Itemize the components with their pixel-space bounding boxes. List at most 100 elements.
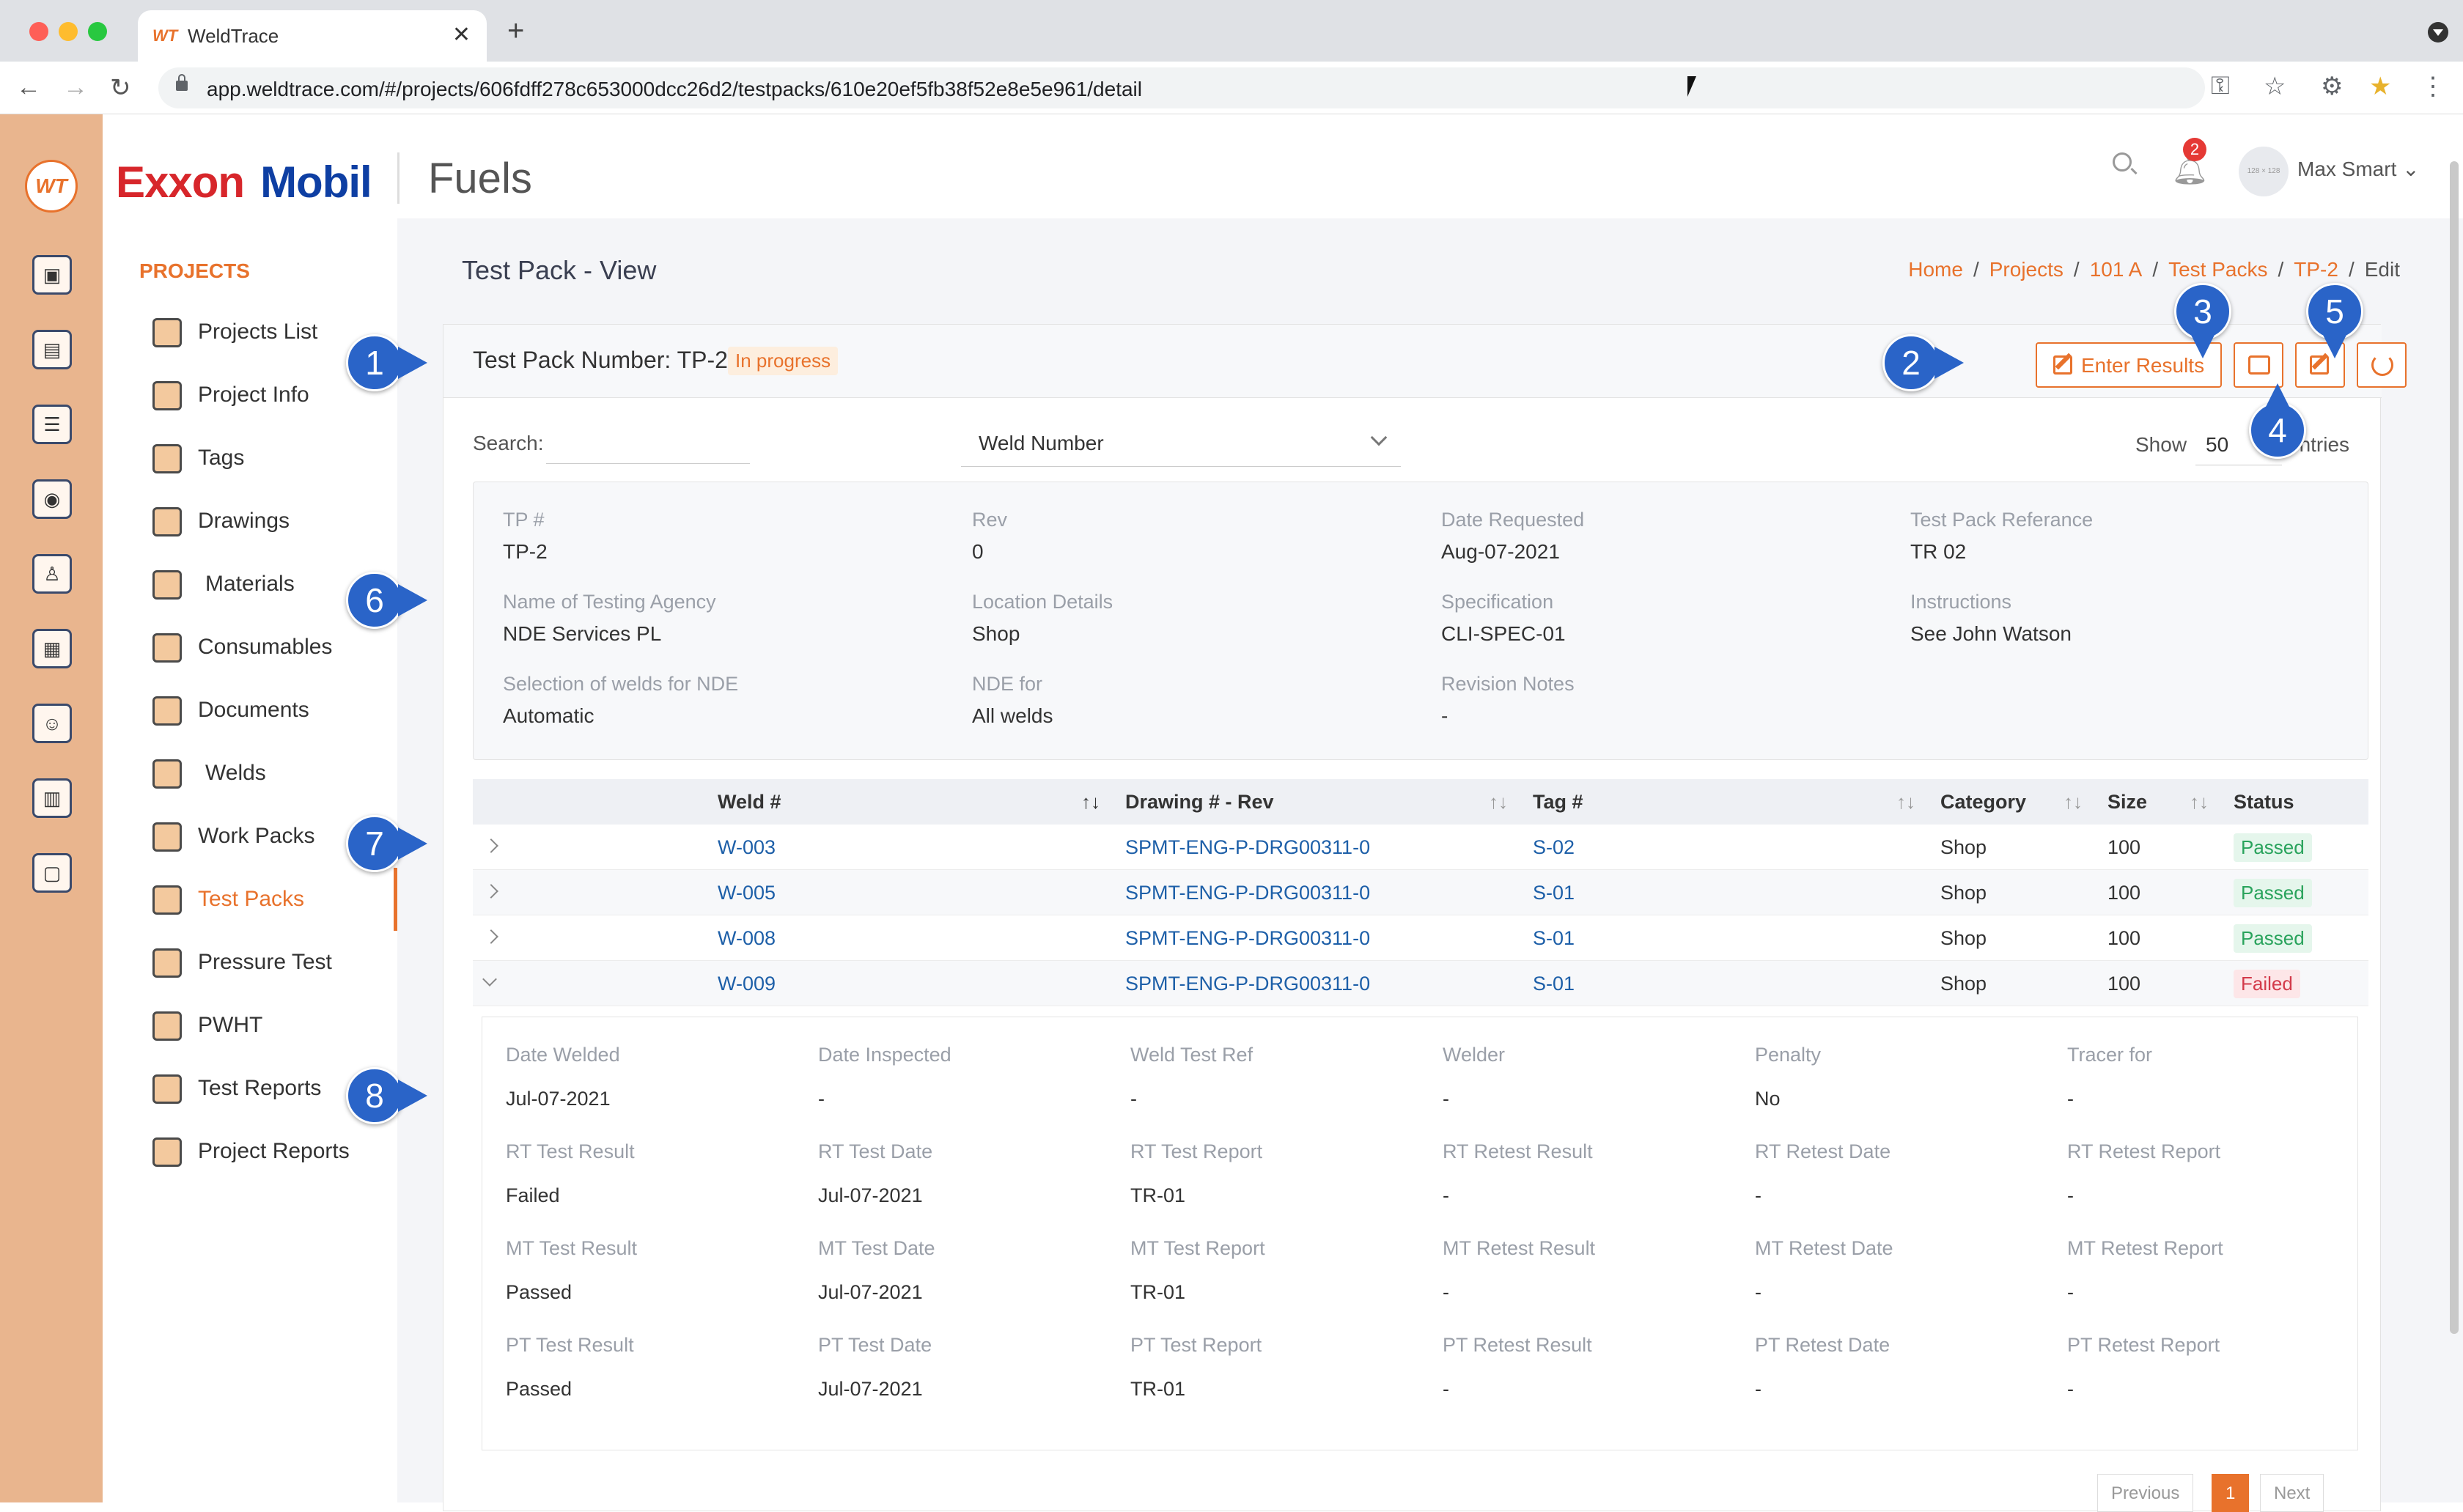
test-pack-info: TP # TP-2 Rev 0 Date Requested Aug-07-2021 …: [473, 482, 2368, 760]
forward-arrow-icon[interactable]: →: [63, 73, 88, 102]
team-icon[interactable]: ☺: [32, 704, 72, 743]
tag-link[interactable]: S-02: [1533, 836, 1575, 859]
detail-label: PT Retest Result: [1443, 1334, 1592, 1356]
sort-icon[interactable]: ↑↓: [2063, 791, 2083, 814]
drawing-link[interactable]: SPMT-ENG-P-DRG00311-0: [1125, 882, 1370, 904]
projects-folder-icon[interactable]: ▤: [32, 330, 72, 369]
tag-icon: [152, 444, 182, 473]
breadcrumb-test-pack[interactable]: TP-2: [2294, 258, 2338, 281]
page-1-button[interactable]: 1: [2212, 1474, 2250, 1512]
col-category[interactable]: Category: [1940, 791, 2026, 814]
user-menu[interactable]: Max Smart ⌄: [2297, 157, 2420, 181]
collapse-row-icon[interactable]: [482, 972, 497, 987]
sidebar-item-welds[interactable]: Welds: [103, 742, 397, 805]
divider: [397, 152, 400, 204]
device-icon[interactable]: ▢: [32, 853, 72, 893]
select-value: Weld Number: [979, 432, 1104, 454]
tag-link[interactable]: S-01: [1533, 882, 1575, 904]
sidebar-item-consumables[interactable]: Consumables: [103, 616, 397, 679]
tab-search-icon[interactable]: [2428, 22, 2448, 43]
table-row[interactable]: W-003 SPMT-ENG-P-DRG00311-0 S-02 Shop 10…: [473, 825, 2368, 870]
key-icon[interactable]: ⚿: [2211, 72, 2230, 100]
expand-row-icon[interactable]: [484, 884, 498, 899]
sidebar-item-drawings[interactable]: Drawings: [103, 490, 397, 553]
detail-label: PT Test Report: [1130, 1334, 1262, 1356]
search-label: Search:: [473, 432, 544, 454]
previous-page-button[interactable]: Previous: [2097, 1474, 2194, 1512]
weld-link[interactable]: W-008: [718, 927, 776, 950]
clipboard-icon[interactable]: ▥: [32, 778, 72, 818]
sidebar-item-pwht[interactable]: PWHT: [103, 994, 397, 1057]
expand-row-icon[interactable]: [484, 838, 498, 853]
sidebar-item-project-reports[interactable]: Project Reports: [103, 1120, 397, 1183]
breadcrumb-projects[interactable]: Projects: [1989, 258, 2063, 281]
extensions-icon[interactable]: ⚙: [2321, 72, 2343, 101]
breadcrumb-home[interactable]: Home: [1908, 258, 1963, 281]
weld-link[interactable]: W-003: [718, 836, 776, 859]
callout-8: 8: [346, 1067, 427, 1124]
bookmark-star-icon[interactable]: ☆: [2264, 72, 2286, 101]
col-status[interactable]: Status: [2234, 791, 2294, 814]
report-board-icon[interactable]: ▦: [32, 629, 72, 668]
reload-icon[interactable]: ↻: [110, 73, 131, 103]
history-button[interactable]: [2357, 342, 2407, 388]
org-chart-icon[interactable]: ♙: [32, 554, 72, 594]
sort-icon[interactable]: ↑↓: [2190, 791, 2209, 814]
print-icon: [2248, 355, 2270, 375]
address-bar[interactable]: app.weldtrace.com/#/projects/606fdff278c…: [158, 67, 2230, 108]
sort-icon[interactable]: ↑↓: [1896, 791, 1915, 814]
profile-icon[interactable]: ★: [2369, 72, 2391, 101]
sidebar-item-documents[interactable]: Documents: [103, 679, 397, 742]
search-icon[interactable]: [2113, 152, 2132, 172]
tab-close-icon[interactable]: ✕: [452, 22, 471, 48]
search-input[interactable]: [546, 418, 750, 464]
back-arrow-icon[interactable]: ←: [16, 73, 41, 102]
sidebar-item-pressure-test[interactable]: Pressure Test: [103, 931, 397, 994]
pwht-icon: [152, 1011, 182, 1041]
sidebar-item-label: Drawings: [198, 509, 290, 533]
table-row-expanded[interactable]: W-009 SPMT-ENG-P-DRG00311-0 S-01 Shop 10…: [473, 961, 2368, 1006]
dashboard-icon[interactable]: ▣: [32, 255, 72, 295]
avatar[interactable]: 128 × 128: [2239, 147, 2289, 196]
detail-label: PT Retest Date: [1755, 1334, 1890, 1356]
print-button[interactable]: [2234, 342, 2283, 388]
col-size[interactable]: Size: [2107, 791, 2147, 814]
callout-6: 6: [346, 572, 427, 629]
close-window-button[interactable]: [29, 22, 48, 41]
weldtrace-logo[interactable]: WT: [25, 160, 78, 213]
tag-link[interactable]: S-01: [1533, 927, 1575, 950]
col-weld[interactable]: Weld #: [718, 791, 781, 814]
sort-icon[interactable]: ↑↓: [1489, 791, 1508, 814]
drawing-link[interactable]: SPMT-ENG-P-DRG00311-0: [1125, 836, 1370, 859]
page-title: Test Pack - View: [462, 255, 657, 285]
col-tag[interactable]: Tag #: [1533, 791, 1583, 814]
breadcrumb-project[interactable]: 101 A: [2090, 258, 2143, 281]
new-tab-icon[interactable]: +: [507, 16, 524, 45]
sort-up-icon[interactable]: ↑↓: [1081, 791, 1100, 814]
sidebar-item-test-packs[interactable]: Test Packs: [103, 868, 397, 931]
checklist-icon[interactable]: ☰: [32, 405, 72, 444]
welder-icon[interactable]: ◉: [32, 479, 72, 519]
lock-icon: [176, 74, 188, 91]
detail-value: -: [1443, 1281, 1449, 1303]
browser-tab[interactable]: WT WeldTrace ✕: [138, 10, 487, 62]
drawing-link[interactable]: SPMT-ENG-P-DRG00311-0: [1125, 927, 1370, 950]
weld-link[interactable]: W-009: [718, 973, 776, 995]
breadcrumb-test-packs[interactable]: Test Packs: [2168, 258, 2267, 281]
sidebar-item-tags[interactable]: Tags: [103, 427, 397, 490]
browser-menu-icon[interactable]: ⋮: [2420, 72, 2445, 101]
scrollbar[interactable]: [2450, 161, 2459, 1334]
table-row[interactable]: W-008 SPMT-ENG-P-DRG00311-0 S-01 Shop 10…: [473, 915, 2368, 961]
drawing-link[interactable]: SPMT-ENG-P-DRG00311-0: [1125, 973, 1370, 995]
tag-link[interactable]: S-01: [1533, 973, 1575, 995]
next-page-button[interactable]: Next: [2260, 1474, 2324, 1512]
table-row[interactable]: W-005 SPMT-ENG-P-DRG00311-0 S-01 Shop 10…: [473, 870, 2368, 915]
minimize-window-button[interactable]: [59, 22, 78, 41]
callout-7: 7: [346, 815, 427, 872]
search-field-select[interactable]: Weld Number: [961, 418, 1401, 467]
maximize-window-button[interactable]: [88, 22, 107, 41]
expand-row-icon[interactable]: [484, 929, 498, 944]
weld-link[interactable]: W-005: [718, 882, 776, 904]
test-pack-number: Test Pack Number: TP-2: [473, 347, 728, 373]
col-drawing[interactable]: Drawing # - Rev: [1125, 791, 1274, 814]
